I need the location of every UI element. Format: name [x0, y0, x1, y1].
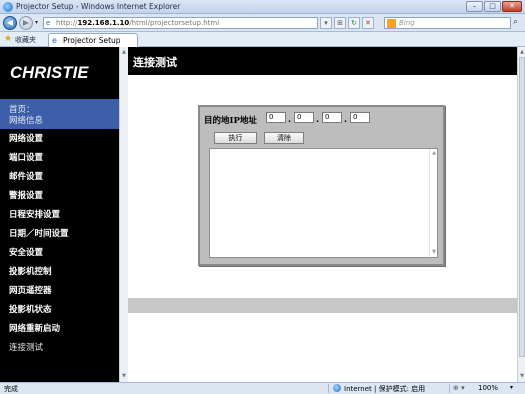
ip-octet-4-input[interactable]: 0	[350, 112, 370, 123]
sidebar-item-mail-settings[interactable]: 邮件设置	[0, 168, 119, 187]
scroll-up-icon[interactable]: ▲	[121, 49, 127, 55]
result-textarea[interactable]: ▲ ▼	[209, 148, 438, 258]
connection-test-panel: 目的地IP地址 0 . 0 . 0 . 0 执行 清除 ▲ ▼	[198, 105, 445, 266]
result-scrollbar[interactable]: ▲ ▼	[429, 149, 437, 257]
clear-button[interactable]: 清除	[264, 132, 304, 144]
compatibility-view-icon[interactable]: ⊞	[334, 17, 346, 29]
ip-separator: .	[344, 115, 348, 124]
status-text: 完成	[4, 385, 18, 393]
window-controls: – □ ✕	[466, 1, 522, 12]
address-tools: ▾ ⊞ ↻ ✕	[320, 17, 374, 29]
sidebar-item-date-time-settings[interactable]: 日期／时间设置	[0, 225, 119, 244]
status-bar: 完成 Internet | 保护模式: 启用 ⊕ ▾ 100% ▾	[0, 382, 525, 394]
ip-octet-2-input[interactable]: 0	[294, 112, 314, 123]
tab-projector-setup[interactable]: e Projector Setup	[48, 33, 138, 47]
scroll-down-icon[interactable]: ▼	[121, 373, 127, 379]
scroll-down-icon[interactable]: ▼	[431, 249, 437, 255]
stop-icon[interactable]: ✕	[362, 17, 374, 29]
search-icon[interactable]: ⌕	[513, 17, 518, 27]
sidebar-item-schedule-settings[interactable]: 日程安排设置	[0, 206, 119, 225]
execute-button[interactable]: 执行	[214, 132, 257, 144]
favorites-button[interactable]: 收藏夹	[15, 35, 36, 45]
sidebar-network-info-label: 网络信息	[9, 116, 44, 126]
search-input[interactable]: Bing	[384, 17, 511, 29]
status-divider	[328, 384, 329, 393]
url-text[interactable]: http://192.168.1.10/html/projectorsetup.…	[56, 19, 219, 27]
bing-icon	[387, 19, 396, 28]
zoom-options-icon[interactable]: ⊕ ▾	[453, 384, 465, 392]
sidebar-item-projector-status[interactable]: 投影机状态	[0, 301, 119, 320]
destination-ip-label: 目的地IP地址	[204, 116, 257, 126]
page-header: 连接测试	[128, 47, 517, 75]
ip-octet-3-input[interactable]: 0	[322, 112, 342, 123]
page-title: 连接测试	[133, 56, 177, 69]
minimize-button[interactable]: –	[466, 1, 483, 12]
page-icon: e	[46, 19, 51, 27]
ip-separator: .	[316, 115, 320, 124]
sidebar-item-web-remote[interactable]: 网页遥控器	[0, 282, 119, 301]
sidebar-scrollbar[interactable]: ▲ ▼	[119, 47, 128, 382]
scrollbar-thumb[interactable]	[519, 57, 525, 357]
close-button[interactable]: ✕	[502, 1, 522, 12]
window-title: Projector Setup - Windows Internet Explo…	[16, 2, 181, 11]
page-icon: e	[52, 36, 57, 45]
main-scrollbar[interactable]: ▲ ▼	[517, 47, 525, 382]
status-divider	[449, 384, 450, 393]
address-dropdown-button[interactable]: ▾	[320, 17, 332, 29]
back-button[interactable]: ◀	[3, 16, 17, 30]
ie-logo-icon	[3, 2, 13, 12]
ip-octet-1-input[interactable]: 0	[266, 112, 286, 123]
refresh-icon[interactable]: ↻	[348, 17, 360, 29]
ip-separator: .	[288, 115, 292, 124]
sidebar-item-port-settings[interactable]: 端口设置	[0, 149, 119, 168]
sidebar-item-connection-test[interactable]: 连接测试	[0, 339, 119, 358]
sidebar-item-security-settings[interactable]: 安全设置	[0, 244, 119, 263]
scroll-down-icon[interactable]: ▼	[519, 373, 525, 379]
internet-zone-icon	[333, 384, 341, 392]
window-title-bar: Projector Setup - Windows Internet Explo…	[0, 0, 525, 14]
sidebar-item-network-restart[interactable]: 网络重新启动	[0, 320, 119, 339]
christie-logo: CHRISTIE	[10, 64, 89, 82]
address-field[interactable]: e http://192.168.1.10/html/projectorsetu…	[43, 17, 318, 29]
zoom-dropdown-icon[interactable]: ▾	[510, 384, 513, 391]
footer-strip	[128, 298, 517, 313]
recent-pages-dropdown-icon[interactable]: ▾	[35, 19, 38, 26]
sidebar: CHRISTIE 首页： 网络信息 网络设置 端口设置 邮件设置 警报设置 日程…	[0, 47, 119, 382]
tab-label: Projector Setup	[63, 36, 121, 45]
sidebar-item-projector-control[interactable]: 投影机控制	[0, 263, 119, 282]
forward-button[interactable]: ▶	[19, 16, 33, 30]
address-toolbar: ◀ ▶ ▾ e http://192.168.1.10/html/project…	[0, 14, 525, 32]
favorites-star-icon[interactable]: ★	[4, 34, 12, 44]
favorites-bar: ★ 收藏夹 e Projector Setup	[0, 32, 525, 47]
page-content: CHRISTIE 首页： 网络信息 网络设置 端口设置 邮件设置 警报设置 日程…	[0, 47, 525, 382]
sidebar-item-network-settings[interactable]: 网络设置	[0, 130, 119, 149]
scroll-up-icon[interactable]: ▲	[519, 49, 525, 55]
search-placeholder: Bing	[399, 19, 415, 27]
zoom-level[interactable]: 100%	[478, 384, 498, 392]
scroll-up-icon[interactable]: ▲	[431, 150, 437, 156]
security-zone-text[interactable]: Internet | 保护模式: 启用	[344, 384, 425, 394]
sidebar-item-home-network-info[interactable]: 首页： 网络信息	[0, 99, 119, 129]
sidebar-item-alert-settings[interactable]: 警报设置	[0, 187, 119, 206]
sidebar-nav: 网络设置 端口设置 邮件设置 警报设置 日程安排设置 日期／时间设置 安全设置 …	[0, 130, 119, 358]
maximize-button[interactable]: □	[484, 1, 501, 12]
